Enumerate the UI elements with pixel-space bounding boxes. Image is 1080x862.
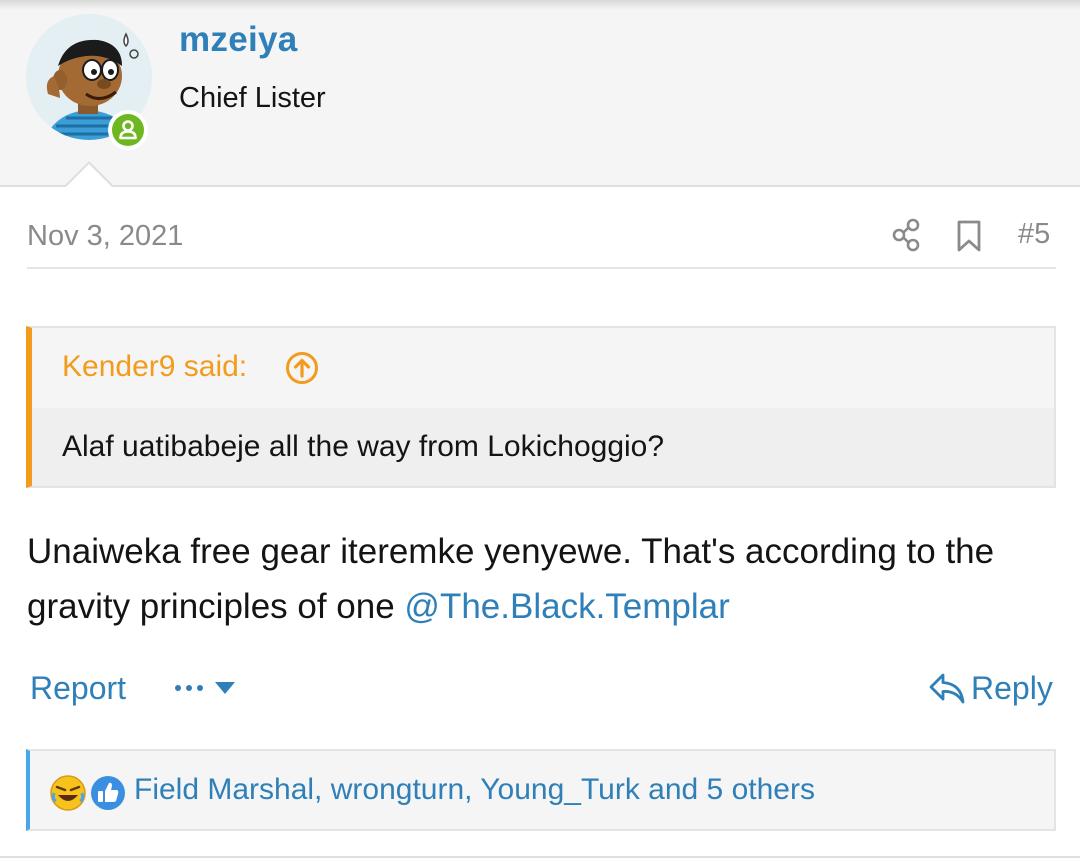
post-user-header: mzeiya Chief Lister <box>0 0 1080 187</box>
report-link[interactable]: Report <box>30 670 126 707</box>
reactions-bar[interactable]: Field Marshal, wrongturn, Young_Turk and… <box>26 749 1056 831</box>
user-title: Chief Lister <box>179 82 326 114</box>
quote-text: Alaf uatibabeje all the way from Lokicho… <box>62 430 665 463</box>
user-mention-link[interactable]: @The.Black.Templar <box>404 587 729 626</box>
quote-block: Kender9 said: Alaf uatibabeje all the wa… <box>26 326 1056 488</box>
post-bottom-divider <box>0 856 1080 858</box>
quote-jump-icon[interactable] <box>285 351 319 390</box>
bookmark-icon[interactable] <box>955 219 983 258</box>
laugh-reaction-icon <box>48 773 88 818</box>
share-icon[interactable] <box>891 218 923 257</box>
username-link[interactable]: mzeiya <box>179 20 298 60</box>
attribution-divider <box>27 267 1056 269</box>
top-shadow <box>0 0 1080 10</box>
post-date-link[interactable]: Nov 3, 2021 <box>27 220 183 253</box>
post-number-link[interactable]: #5 <box>1018 218 1050 251</box>
more-icon <box>175 682 235 694</box>
post-message: Unaiweka free gear iteremke yenyewe. Tha… <box>27 524 1057 634</box>
online-status-badge <box>108 110 148 150</box>
more-options-menu[interactable] <box>175 676 237 705</box>
quote-author-link[interactable]: Kender9 said: <box>62 350 247 384</box>
like-reaction-icon <box>88 773 128 818</box>
user-icon <box>119 120 137 140</box>
reply-label: Reply <box>971 670 1053 706</box>
reactions-summary-link[interactable]: Field Marshal, wrongturn, Young_Turk and… <box>134 773 815 807</box>
reply-icon <box>928 672 966 711</box>
